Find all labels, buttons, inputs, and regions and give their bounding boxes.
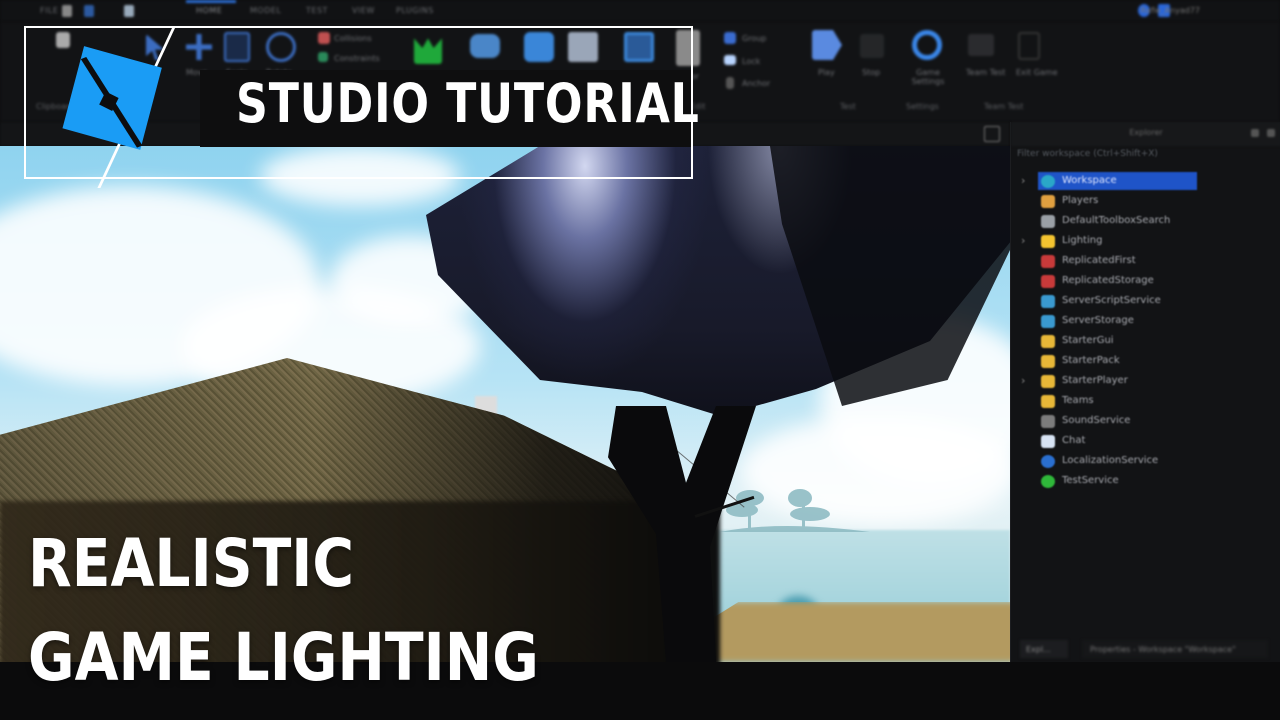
explorer-item-label: Players xyxy=(1062,195,1099,206)
team-test-icon[interactable] xyxy=(968,34,994,56)
server-script-icon xyxy=(1041,295,1055,308)
game-settings-icon[interactable] xyxy=(912,30,942,60)
tool-stop[interactable]: Stop xyxy=(862,68,880,77)
section-team-test: Team Test xyxy=(984,102,1024,111)
explorer-item-label: LocalizationService xyxy=(1062,455,1159,466)
new-file-icon[interactable] xyxy=(62,5,72,17)
lock-icon[interactable] xyxy=(724,55,736,65)
explorer-header: Explorer xyxy=(1011,122,1280,146)
folder-pack-icon xyxy=(1041,355,1055,368)
tab-test[interactable]: TEST xyxy=(306,6,328,15)
active-tab-indicator xyxy=(186,0,236,3)
tab-explorer[interactable]: Expl... xyxy=(1020,640,1068,658)
tab-view[interactable]: VIEW xyxy=(352,6,375,15)
replicated-first-icon xyxy=(1041,255,1055,268)
lightbulb-icon xyxy=(1041,235,1055,248)
explorer-filter-input[interactable]: Filter workspace (Ctrl+Shift+X) xyxy=(1017,149,1158,159)
tab-model[interactable]: MODEL xyxy=(250,6,281,15)
explorer-item-replicatedfirst[interactable]: ReplicatedFirst xyxy=(1011,252,1280,272)
toolbox-search-icon xyxy=(1041,215,1055,228)
explorer-item-lighting[interactable]: › Lighting xyxy=(1011,232,1280,252)
chevron-right-icon[interactable]: › xyxy=(1021,234,1025,247)
explorer-item-serverscriptservice[interactable]: ServerScriptService xyxy=(1011,292,1280,312)
section-settings: Settings xyxy=(906,102,939,111)
folder-teams-icon xyxy=(1041,395,1055,408)
close-icon[interactable] xyxy=(1267,129,1275,137)
explorer-item-label: Lighting xyxy=(1062,235,1103,246)
explorer-item-defaulttoolboxsearch[interactable]: DefaultToolboxSearch xyxy=(1011,212,1280,232)
play-icon[interactable] xyxy=(812,30,842,60)
group-icon[interactable] xyxy=(724,32,736,44)
explorer-item-startergui[interactable]: StarterGui xyxy=(1011,332,1280,352)
explorer-item-label: Chat xyxy=(1062,435,1086,446)
explorer-item-label: StarterPlayer xyxy=(1062,375,1128,386)
explorer-panel: Explorer Filter workspace (Ctrl+Shift+X)… xyxy=(1010,122,1280,662)
undo-icon[interactable] xyxy=(84,5,94,17)
tab-plugins[interactable]: PLUGINS xyxy=(396,6,434,15)
banner-title: STUDIO TUTORIAL xyxy=(236,72,700,135)
sand-beach xyxy=(700,602,1010,662)
explorer-item-replicatedstorage[interactable]: ReplicatedStorage xyxy=(1011,272,1280,292)
globe-icon xyxy=(1041,175,1055,188)
explorer-item-serverstorage[interactable]: ServerStorage xyxy=(1011,312,1280,332)
explorer-title: Explorer xyxy=(1129,128,1163,137)
roblox-logo-icon xyxy=(62,46,162,150)
explorer-item-label: ReplicatedStorage xyxy=(1062,275,1154,286)
folder-gui-icon xyxy=(1041,335,1055,348)
chat-bubble-icon xyxy=(1041,435,1055,448)
tool-team-test[interactable]: Team Test xyxy=(966,68,1005,77)
explorer-item-starterpack[interactable]: StarterPack xyxy=(1011,352,1280,372)
tab-home[interactable]: HOME xyxy=(196,6,222,15)
server-storage-icon xyxy=(1041,315,1055,328)
section-test: Test xyxy=(840,102,856,111)
localization-globe-icon xyxy=(1041,455,1055,468)
exit-game-icon[interactable] xyxy=(1018,32,1040,60)
explorer-item-label: DefaultToolboxSearch xyxy=(1062,215,1171,226)
anchor-icon[interactable] xyxy=(726,77,734,89)
tool-lock[interactable]: Lock xyxy=(742,57,760,66)
explorer-item-soundservice[interactable]: SoundService xyxy=(1011,412,1280,432)
explorer-item-label: ReplicatedFirst xyxy=(1062,255,1136,266)
folder-player-icon xyxy=(1041,375,1055,388)
explorer-item-label: TestService xyxy=(1062,475,1119,486)
explorer-item-label: SoundService xyxy=(1062,415,1131,426)
username-label[interactable]: Rafie_Anyad77 xyxy=(1140,6,1200,15)
explorer-item-label: StarterGui xyxy=(1062,335,1114,346)
explorer-item-label: Teams xyxy=(1062,395,1094,406)
explorer-item-localizationservice[interactable]: LocalizationService xyxy=(1011,452,1280,472)
explorer-item-workspace[interactable]: › Workspace xyxy=(1011,172,1280,192)
explorer-item-chat[interactable]: Chat xyxy=(1011,432,1280,452)
tool-exit-game[interactable]: Exit Game xyxy=(1016,68,1058,77)
studio-menubar: FILE HOME MODEL TEST VIEW PLUGINS Rafie_… xyxy=(0,0,1280,22)
tool-group[interactable]: Group xyxy=(742,34,766,43)
tool-anchor[interactable]: Anchor xyxy=(742,79,770,88)
menu-file[interactable]: FILE xyxy=(40,6,58,15)
headline-line-2: GAME LIGHTING xyxy=(28,619,539,696)
explorer-item-label: StarterPack xyxy=(1062,355,1120,366)
explorer-item-label: ServerScriptService xyxy=(1062,295,1161,306)
check-circle-icon xyxy=(1041,475,1055,488)
explorer-bottom-tabs: Expl... Properties - Workspace "Workspac… xyxy=(1010,636,1280,662)
explorer-tree: › Workspace Players DefaultToolboxSearch › Li… xyxy=(1011,172,1280,492)
stop-icon[interactable] xyxy=(860,34,884,58)
pin-icon[interactable] xyxy=(1251,129,1259,137)
explorer-item-testservice[interactable]: TestService xyxy=(1011,472,1280,492)
replicated-storage-icon xyxy=(1041,275,1055,288)
explorer-item-starterplayer[interactable]: › StarterPlayer xyxy=(1011,372,1280,392)
tool-game-settings[interactable]: Game Settings xyxy=(908,68,948,86)
chevron-right-icon[interactable]: › xyxy=(1021,174,1025,187)
chevron-right-icon[interactable]: › xyxy=(1021,374,1025,387)
explorer-item-players[interactable]: Players xyxy=(1011,192,1280,212)
explorer-item-label: ServerStorage xyxy=(1062,315,1134,326)
tool-play[interactable]: Play xyxy=(818,68,835,77)
device-emulator-icon[interactable] xyxy=(984,126,1000,142)
save-icon[interactable] xyxy=(124,5,134,17)
explorer-item-teams[interactable]: Teams xyxy=(1011,392,1280,412)
headline-line-1: REALISTIC xyxy=(28,525,355,602)
explorer-item-label: Workspace xyxy=(1062,175,1117,186)
speaker-icon xyxy=(1041,415,1055,428)
tab-properties[interactable]: Properties - Workspace "Workspace" xyxy=(1082,640,1268,658)
players-icon xyxy=(1041,195,1055,208)
